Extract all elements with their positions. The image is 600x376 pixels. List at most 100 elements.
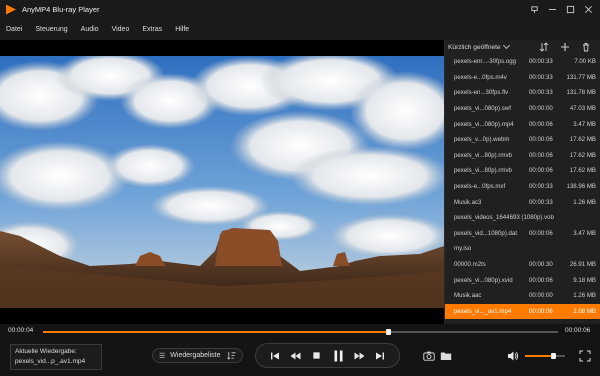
- close-icon[interactable]: [580, 2, 596, 16]
- app-logo-icon: [6, 4, 16, 15]
- menu-datei[interactable]: Datei: [6, 26, 22, 33]
- playlist-item-size: 17.62 MB: [569, 136, 596, 144]
- playlist-item[interactable]: Musik.ac3 00:00:33 1.26 MB: [445, 194, 600, 210]
- playlist-item-name: Musik.ac3: [454, 198, 482, 206]
- playlist-item-duration: 00:00:00: [529, 105, 553, 113]
- skip-forward-icon[interactable]: [373, 349, 387, 363]
- menu-bar: Datei Steuerung Audio Video Extras Hilfe: [0, 19, 600, 40]
- chevron-down-icon[interactable]: [502, 41, 510, 50]
- playlist-item[interactable]: my.iso: [445, 241, 600, 257]
- menu-audio[interactable]: Audio: [81, 26, 99, 33]
- fullscreen-icon[interactable]: [579, 350, 591, 362]
- playlist-item-duration: 00:00:06: [529, 276, 553, 284]
- volume-icon[interactable]: [507, 350, 519, 362]
- playlist-item-name: pexels-en...30fps.flv: [454, 89, 509, 97]
- progress-area: 00:00:04 00:00:06: [0, 324, 600, 338]
- playlist-item[interactable]: pexels_vi...080p).xvid 00:00:06 9.18 MB: [445, 272, 600, 288]
- playlist-item[interactable]: pexels_videos_1644693 (1080p).vob: [445, 210, 600, 226]
- rewind-icon[interactable]: [289, 349, 303, 363]
- playlist-item-size: 1.26 MB: [573, 198, 596, 206]
- playlist-panel: Kürzlich geöffnete pexels-enr...-30fps.o…: [444, 40, 600, 324]
- playlist-item-duration: 00:00:06: [529, 307, 553, 315]
- playlist-item[interactable]: pexels_vi...80p).rmvb 00:00:06 17.62 MB: [445, 163, 600, 179]
- playlist-item[interactable]: pexels_vi..._av1.mp4 00:00:06 2.08 MB: [445, 303, 600, 320]
- playlist-header-label[interactable]: Kürzlich geöffnete: [448, 44, 501, 51]
- menu-extras[interactable]: Extras: [142, 26, 162, 33]
- current-time: 00:00:04: [8, 327, 34, 334]
- playlist-item[interactable]: 00000.m2ts 00:00:30 26.91 MB: [445, 257, 600, 273]
- playlist-item-size: 138.96 MB: [566, 183, 596, 191]
- snapshot-icon[interactable]: [423, 351, 435, 361]
- video-frame: [0, 56, 444, 308]
- playlist-item[interactable]: pexels-e...0fps.m4v 00:00:33 131.77 MB: [445, 70, 600, 86]
- playlist-toggle-button[interactable]: ☰ Wiedergabeliste: [152, 348, 243, 363]
- pause-icon[interactable]: [331, 349, 345, 363]
- volume-slider[interactable]: [525, 353, 565, 359]
- now-playing-label: Aktuelle Wiedergabe:: [15, 348, 77, 355]
- folder-icon[interactable]: [440, 351, 452, 361]
- playlist-item-name: pexels_vi...80p).rmvb: [454, 151, 512, 159]
- delete-icon[interactable]: [580, 41, 592, 53]
- playlist-item-duration: 00:00:33: [529, 73, 553, 81]
- playlist-item[interactable]: pexels_v...0p).webm 00:00:06 17.62 MB: [445, 132, 600, 148]
- playlist-item-duration: 00:00:06: [529, 151, 553, 159]
- playlist-item-name: pexels_v...0p).webm: [454, 136, 510, 144]
- playlist-item-duration: 00:00:06: [529, 136, 553, 144]
- playlist-item-duration: 00:00:33: [529, 58, 553, 66]
- playlist-item-size: 26.91 MB: [569, 261, 596, 269]
- sort-icon[interactable]: [538, 41, 550, 53]
- playlist-item-duration: 00:00:33: [529, 89, 553, 97]
- playlist-item-duration: 00:00:06: [529, 167, 553, 175]
- volume-slider-thumb[interactable]: [551, 353, 556, 359]
- playlist-item-name: pexels_vi...080p).swf: [454, 105, 511, 113]
- playlist-item[interactable]: Musik.aac 00:00:00 1.26 MB: [445, 288, 600, 304]
- now-playing-title: pexels_vid...p_.av1.mp4: [15, 358, 86, 365]
- transport-controls: [255, 343, 400, 368]
- fast-forward-icon[interactable]: [352, 349, 366, 363]
- playlist-item-name: my.iso: [454, 245, 472, 253]
- playlist-item-name: pexels-e...0fps.mxf: [454, 183, 506, 191]
- add-icon[interactable]: [559, 41, 571, 53]
- playlist-item-name: pexels_vid...1080p).dat: [454, 229, 518, 237]
- maximize-icon[interactable]: [562, 2, 578, 16]
- playlist-item-duration: 00:00:33: [529, 183, 553, 191]
- playlist-item[interactable]: pexels_vi...080p).swf 00:00:00 47.03 MB: [445, 101, 600, 117]
- playlist-item-name: Musik.aac: [454, 292, 482, 300]
- playlist-sort-icon[interactable]: [227, 351, 236, 362]
- window-controls: [526, 2, 596, 16]
- playlist-item-name: pexels_videos_1644693 (1080p).vob: [454, 214, 554, 222]
- menu-video[interactable]: Video: [112, 26, 130, 33]
- stop-icon[interactable]: [310, 349, 324, 363]
- playlist-item[interactable]: pexels-en...30fps.flv 00:00:33 131.78 MB: [445, 85, 600, 101]
- pin-icon[interactable]: [526, 2, 542, 16]
- playlist-toggle-label: Wiedergabeliste: [170, 352, 221, 359]
- playlist-item[interactable]: pexels_vid...1080p).dat 00:00:06 3.47 MB: [445, 226, 600, 242]
- playlist-item-name: pexels-enr...-30fps.ogg: [454, 58, 516, 66]
- playlist-item[interactable]: pexels_vi...080p).mp4 00:00:06 3.47 MB: [445, 116, 600, 132]
- playlist-item-size: 3.47 MB: [573, 120, 596, 128]
- playlist-item-name: pexels_vi...080p).xvid: [454, 276, 513, 284]
- playlist-item-duration: 00:00:06: [529, 229, 553, 237]
- menu-hilfe[interactable]: Hilfe: [175, 26, 189, 33]
- playlist-item-size: 1.26 MB: [573, 292, 596, 300]
- playlist-item-duration: 00:00:30: [529, 261, 553, 269]
- seek-bar[interactable]: [43, 329, 558, 335]
- playlist-item[interactable]: pexels-e...0fps.mxf 00:00:33 138.96 MB: [445, 179, 600, 195]
- video-area[interactable]: [0, 40, 444, 324]
- playlist-item[interactable]: pexels-enr...-30fps.ogg 00:00:33 7.00 KB: [445, 54, 600, 70]
- playlist-header[interactable]: Kürzlich geöffnete: [445, 40, 600, 54]
- playlist-item-size: 47.03 MB: [569, 105, 596, 113]
- seek-bar-thumb[interactable]: [386, 329, 392, 335]
- now-playing-box: Aktuelle Wiedergabe: pexels_vid...p_.av1…: [10, 344, 102, 370]
- skip-back-icon[interactable]: [268, 349, 282, 363]
- playlist-item-duration: 00:00:00: [529, 292, 553, 300]
- playlist-item-size: 131.77 MB: [566, 73, 596, 81]
- minimize-icon[interactable]: [544, 2, 560, 16]
- playlist-item[interactable]: pexels_vi...80p).rmvb 00:00:06 17.62 MB: [445, 148, 600, 164]
- menu-steuerung[interactable]: Steuerung: [35, 26, 67, 33]
- playlist-item-duration: 00:00:06: [529, 120, 553, 128]
- playlist-item-size: 3.47 MB: [573, 229, 596, 237]
- playlist-item-name: pexels_vi..._av1.mp4: [454, 307, 512, 315]
- playlist-item-name: pexels_vi...80p).rmvb: [454, 167, 512, 175]
- playlist-item-name: pexels-e...0fps.m4v: [454, 73, 507, 81]
